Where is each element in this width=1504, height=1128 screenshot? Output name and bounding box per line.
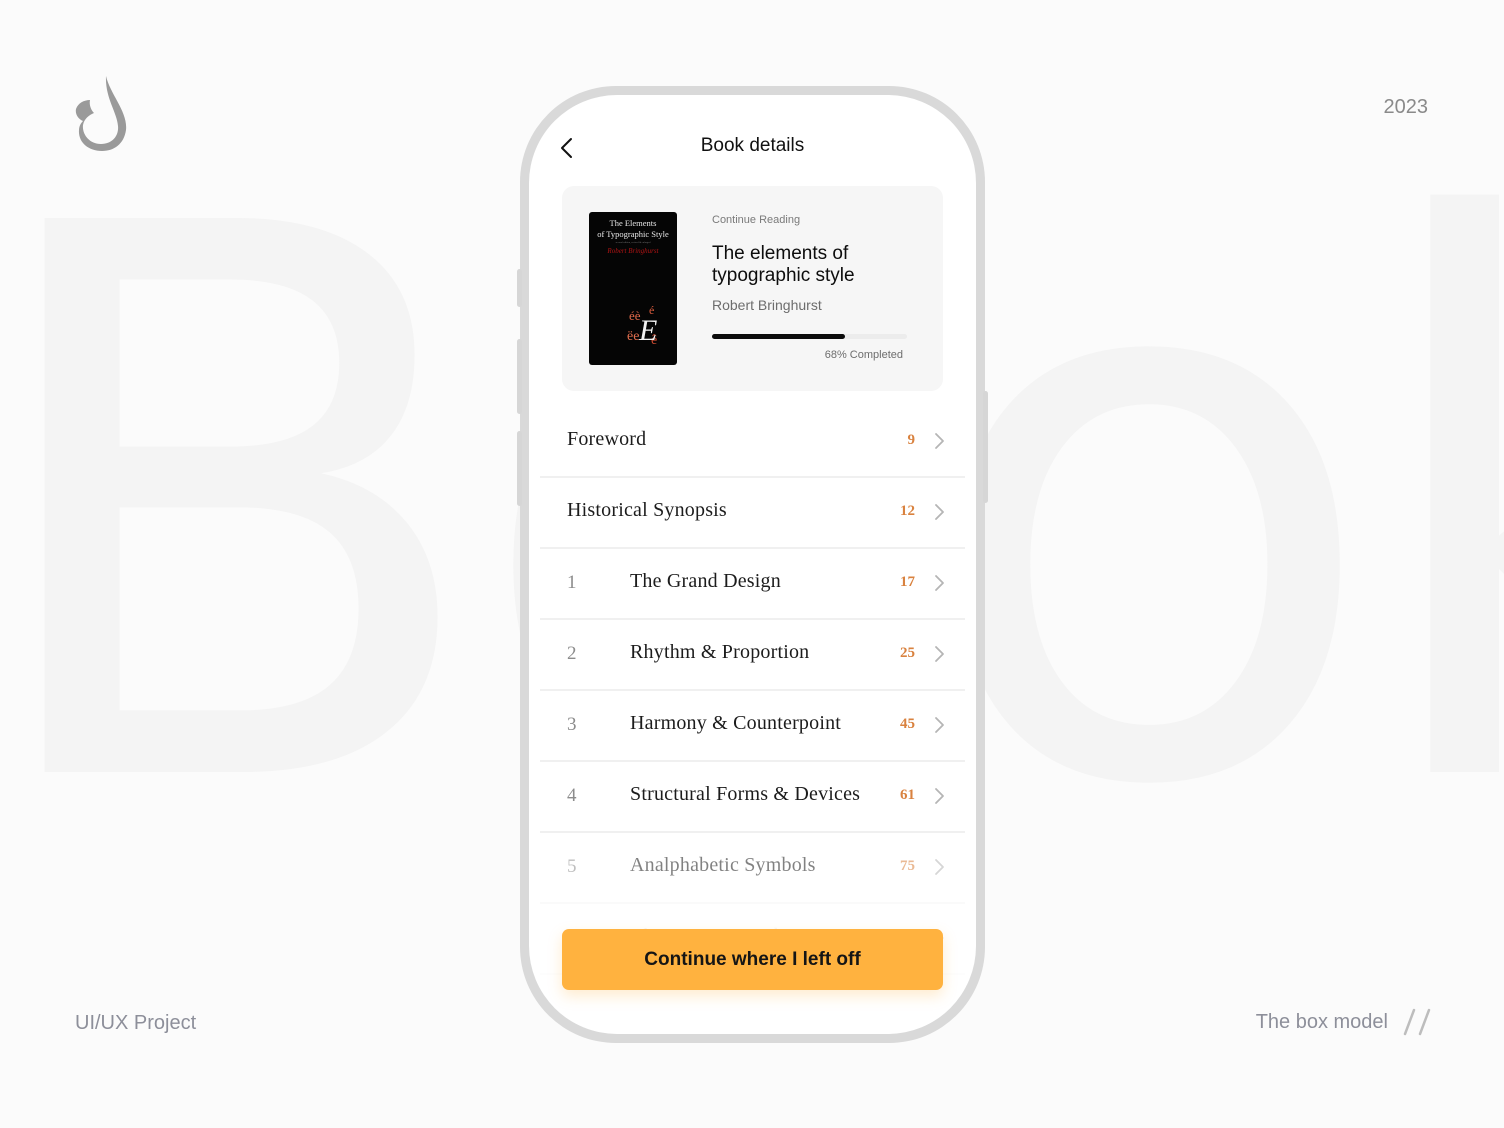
double-slash-icon <box>1403 1008 1431 1036</box>
chevron-right-icon <box>935 433 944 449</box>
chapter-number: 1 <box>567 572 577 593</box>
chapter-title: Structural Forms & Devices <box>630 783 861 805</box>
continue-reading-button[interactable]: Continue where I left off <box>562 929 943 990</box>
phone-volume-down-button <box>517 431 522 506</box>
phone-mute-switch <box>517 269 522 307</box>
chapter-title: Analphabetic Symbols <box>630 854 816 876</box>
svg-text:E: E <box>638 314 657 347</box>
cover-title: The Elements of Typographic Style <box>589 218 677 240</box>
letter-e-ornament-icon: éè é ëe ê E <box>627 303 657 348</box>
chapter-title: Harmony & Counterpoint <box>630 712 842 734</box>
project-label: UI/UX Project <box>75 1012 197 1034</box>
year-label: 2023 <box>1383 96 1429 118</box>
app-screen: Book details The Elements of Typographic… <box>529 95 976 1034</box>
page-number: 17 <box>900 574 915 590</box>
svg-text:ëe: ëe <box>627 329 639 344</box>
phone-volume-up-button <box>517 339 522 414</box>
chapter-number: 2 <box>567 643 577 664</box>
page-number: 45 <box>900 716 915 732</box>
page-title: Book details <box>700 135 805 156</box>
page-number: 9 <box>907 432 916 448</box>
chapter-title: Historical Synopsis <box>567 499 727 521</box>
chevron-right-icon <box>935 788 944 804</box>
list-fade-overlay <box>529 875 976 935</box>
chapter-number: 4 <box>567 785 577 806</box>
toc-row[interactable]: 2 Rhythm & Proportion 25 <box>540 620 965 691</box>
cover-subtitle: second edition, revised & enlarged <box>615 241 651 244</box>
chapter-title: Foreword <box>567 428 647 450</box>
chapter-number: 3 <box>567 714 577 735</box>
book-author: Robert Bringhurst <box>712 297 822 313</box>
page-number: 12 <box>900 503 915 519</box>
chevron-right-icon <box>935 646 944 662</box>
phone-frame: Book details The Elements of Typographic… <box>517 86 988 1043</box>
cover-title-line-2: of Typographic Style <box>597 229 669 239</box>
screen-header: Book details <box>529 133 976 163</box>
chevron-right-icon <box>935 504 944 520</box>
chevron-right-icon <box>935 717 944 733</box>
toc-row[interactable]: Foreword 9 <box>540 407 965 478</box>
reading-progress-fill <box>712 334 845 339</box>
progress-label: 68% Completed <box>824 349 903 361</box>
chevron-right-icon <box>935 859 944 875</box>
chapter-title: Rhythm & Proportion <box>630 641 810 663</box>
cover-title-line-1: The Elements <box>609 218 657 228</box>
toc-row[interactable]: 1 The Grand Design 17 <box>540 549 965 620</box>
page-number: 25 <box>900 645 915 661</box>
continue-reading-card[interactable]: The Elements of Typographic Style second… <box>562 186 943 391</box>
page-number: 61 <box>900 787 915 803</box>
toc-row[interactable]: 4 Structural Forms & Devices 61 <box>540 762 965 833</box>
cover-author: Robert Bringhurst <box>607 247 659 255</box>
phone-power-button <box>983 391 988 503</box>
toc-row[interactable]: Historical Synopsis 12 <box>540 478 965 549</box>
reading-progress-bar <box>712 334 907 339</box>
continue-reading-kicker: Continue Reading <box>712 214 801 226</box>
page-number: 75 <box>900 858 915 874</box>
section-footer: The box model <box>1256 1008 1432 1036</box>
chevron-right-icon <box>935 575 944 591</box>
book-cover: The Elements of Typographic Style second… <box>589 212 677 365</box>
toc-row[interactable]: 3 Harmony & Counterpoint 45 <box>540 691 965 762</box>
section-label: The box model <box>1255 1010 1388 1033</box>
chapter-title: The Grand Design <box>630 570 781 592</box>
droplet-logo-icon <box>75 76 127 151</box>
book-title: The elements of typographic style <box>712 243 855 286</box>
